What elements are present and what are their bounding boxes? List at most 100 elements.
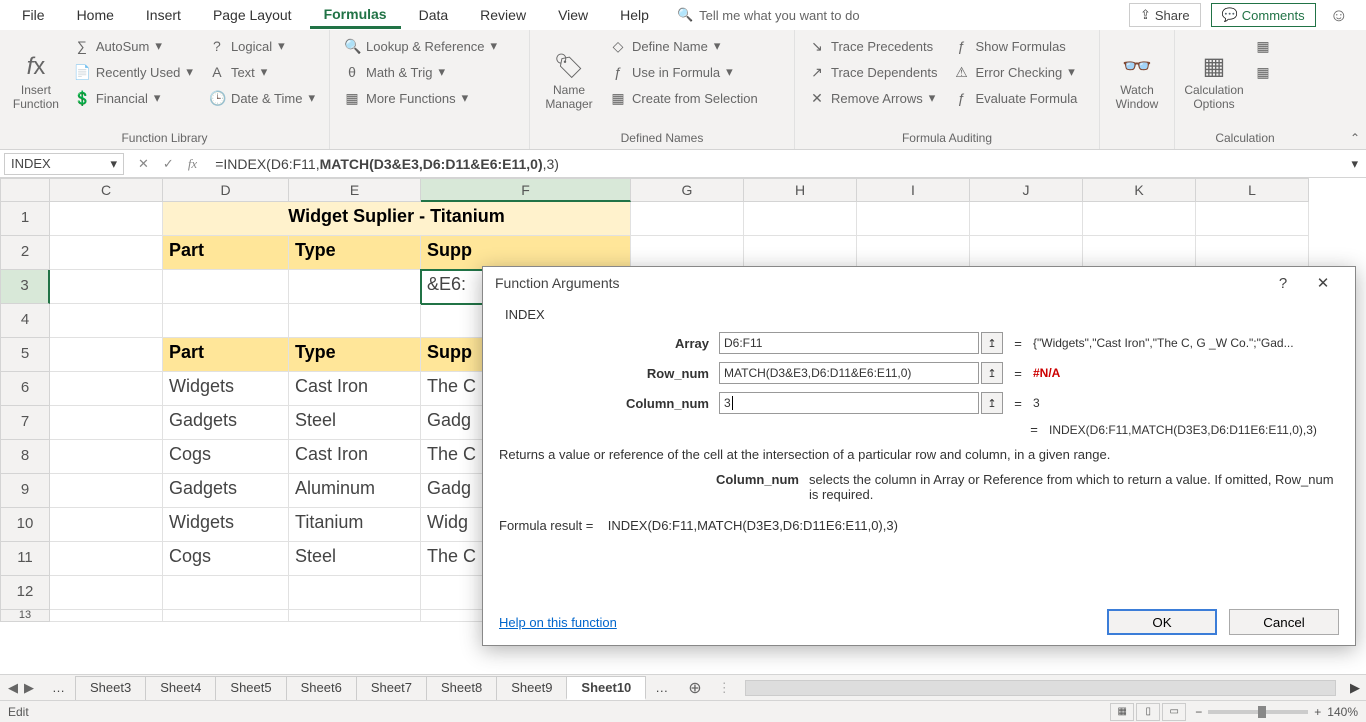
sheet-tab-sheet9[interactable]: Sheet9 (496, 676, 567, 700)
tab-overflow-icon[interactable]: … (42, 680, 75, 695)
cell-D3[interactable] (163, 270, 289, 304)
sheet-tab-sheet8[interactable]: Sheet8 (426, 676, 497, 700)
create-from-selection-button[interactable]: ▦Create from Selection (606, 86, 762, 110)
row-header-10[interactable]: 10 (0, 508, 50, 542)
show-formulas-button[interactable]: ƒShow Formulas (949, 34, 1081, 58)
cell-D2[interactable]: Part (163, 236, 289, 270)
row-header-3[interactable]: 3 (0, 270, 50, 304)
cell-E5[interactable]: Type (289, 338, 421, 372)
row-header-4[interactable]: 4 (0, 304, 50, 338)
accept-formula-icon[interactable]: ✓ (163, 156, 174, 172)
calculation-options-button[interactable]: ▦ Calculation Options (1185, 34, 1243, 129)
cell-C1[interactable] (50, 202, 163, 236)
cell-J2[interactable] (970, 236, 1083, 270)
autosum-button[interactable]: ∑AutoSum ▾ (70, 34, 197, 58)
calc-now-button[interactable]: ▦ (1251, 34, 1275, 58)
cell-C9[interactable] (50, 474, 163, 508)
row-header-12[interactable]: 12 (0, 576, 50, 610)
help-link[interactable]: Help on this function (499, 615, 617, 630)
sheet-tab-sheet4[interactable]: Sheet4 (145, 676, 216, 700)
cell-C5[interactable] (50, 338, 163, 372)
cell-E4[interactable] (289, 304, 421, 338)
cell-D1[interactable]: Widget Suplier - Titanium (163, 202, 631, 236)
formula-input[interactable]: =INDEX(D6:F11,MATCH(D3&E3,D6:D11&E6:E11,… (207, 156, 1343, 172)
trace-dependents-button[interactable]: ↗Trace Dependents (805, 60, 941, 84)
cell-D5[interactable]: Part (163, 338, 289, 372)
cell-C13[interactable] (50, 610, 163, 622)
cell-I1[interactable] (857, 202, 970, 236)
cell-D7[interactable]: Gadgets (163, 406, 289, 440)
column-header-J[interactable]: J (970, 178, 1083, 202)
menu-insert[interactable]: Insert (132, 3, 195, 27)
cell-K2[interactable] (1083, 236, 1196, 270)
name-manager-button[interactable]: 🏷 Name Manager (540, 34, 598, 129)
row-header-11[interactable]: 11 (0, 542, 50, 576)
tab-overflow-icon[interactable]: … (645, 680, 678, 695)
cell-L2[interactable] (1196, 236, 1309, 270)
cell-G1[interactable] (631, 202, 744, 236)
cell-C8[interactable] (50, 440, 163, 474)
normal-view-icon[interactable]: ▦ (1110, 703, 1134, 721)
page-break-view-icon[interactable]: ▭ (1162, 703, 1186, 721)
cell-D6[interactable]: Widgets (163, 372, 289, 406)
sheet-tab-sheet7[interactable]: Sheet7 (356, 676, 427, 700)
ref-button-0[interactable]: ↥ (981, 332, 1003, 354)
cell-C4[interactable] (50, 304, 163, 338)
column-header-D[interactable]: D (163, 178, 289, 202)
menu-formulas[interactable]: Formulas (310, 2, 401, 29)
menu-file[interactable]: File (8, 3, 59, 27)
feedback-icon[interactable]: ☺ (1330, 5, 1348, 26)
tell-me[interactable]: 🔍 Tell me what you want to do (677, 7, 860, 23)
sheet-tab-sheet3[interactable]: Sheet3 (75, 676, 146, 700)
arg-input-2[interactable]: 3 (719, 392, 979, 414)
sheet-tab-sheet6[interactable]: Sheet6 (286, 676, 357, 700)
dialog-titlebar[interactable]: Function Arguments ? ✕ (483, 267, 1355, 299)
cell-H2[interactable] (744, 236, 857, 270)
row-header-6[interactable]: 6 (0, 372, 50, 406)
cell-J1[interactable] (970, 202, 1083, 236)
row-header-7[interactable]: 7 (0, 406, 50, 440)
close-icon[interactable]: ✕ (1303, 274, 1343, 292)
cell-C2[interactable] (50, 236, 163, 270)
logical-button[interactable]: ?Logical ▾ (205, 34, 319, 58)
cell-D13[interactable] (163, 610, 289, 622)
row-header-13[interactable]: 13 (0, 610, 50, 622)
menu-page-layout[interactable]: Page Layout (199, 3, 306, 27)
column-header-L[interactable]: L (1196, 178, 1309, 202)
text-button[interactable]: AText ▾ (205, 60, 319, 84)
define-name-button[interactable]: ◇Define Name ▾ (606, 34, 762, 58)
error-checking-button[interactable]: ⚠Error Checking ▾ (949, 60, 1081, 84)
cell-D4[interactable] (163, 304, 289, 338)
lookup-button[interactable]: 🔍Lookup & Reference ▾ (340, 34, 501, 58)
column-header-I[interactable]: I (857, 178, 970, 202)
row-header-1[interactable]: 1 (0, 202, 50, 236)
column-header-G[interactable]: G (631, 178, 744, 202)
cell-D8[interactable]: Cogs (163, 440, 289, 474)
menu-review[interactable]: Review (466, 3, 540, 27)
cancel-button[interactable]: Cancel (1229, 609, 1339, 635)
ok-button[interactable]: OK (1107, 609, 1217, 635)
share-button[interactable]: ⇪ Share (1129, 3, 1201, 27)
insert-function-button[interactable]: fx Insert Function (10, 34, 62, 129)
watch-window-button[interactable]: 👓 Watch Window (1110, 34, 1164, 129)
cancel-formula-icon[interactable]: ✕ (138, 156, 149, 172)
sheet-tab-sheet10[interactable]: Sheet10 (566, 676, 646, 700)
cell-I2[interactable] (857, 236, 970, 270)
cell-C7[interactable] (50, 406, 163, 440)
tab-nav-next-icon[interactable]: ▶ (24, 680, 34, 696)
cell-D12[interactable] (163, 576, 289, 610)
tab-nav-prev-icon[interactable]: ◀ (8, 680, 18, 696)
cell-C12[interactable] (50, 576, 163, 610)
sheet-tab-sheet5[interactable]: Sheet5 (215, 676, 286, 700)
column-header-E[interactable]: E (289, 178, 421, 202)
cell-D10[interactable]: Widgets (163, 508, 289, 542)
arg-input-0[interactable]: D6:F11 (719, 332, 979, 354)
zoom-level[interactable]: 140% (1327, 705, 1358, 719)
cell-H1[interactable] (744, 202, 857, 236)
cell-K1[interactable] (1083, 202, 1196, 236)
cell-E6[interactable]: Cast Iron (289, 372, 421, 406)
cell-C10[interactable] (50, 508, 163, 542)
row-header-5[interactable]: 5 (0, 338, 50, 372)
cell-E12[interactable] (289, 576, 421, 610)
page-layout-view-icon[interactable]: ▯ (1136, 703, 1160, 721)
